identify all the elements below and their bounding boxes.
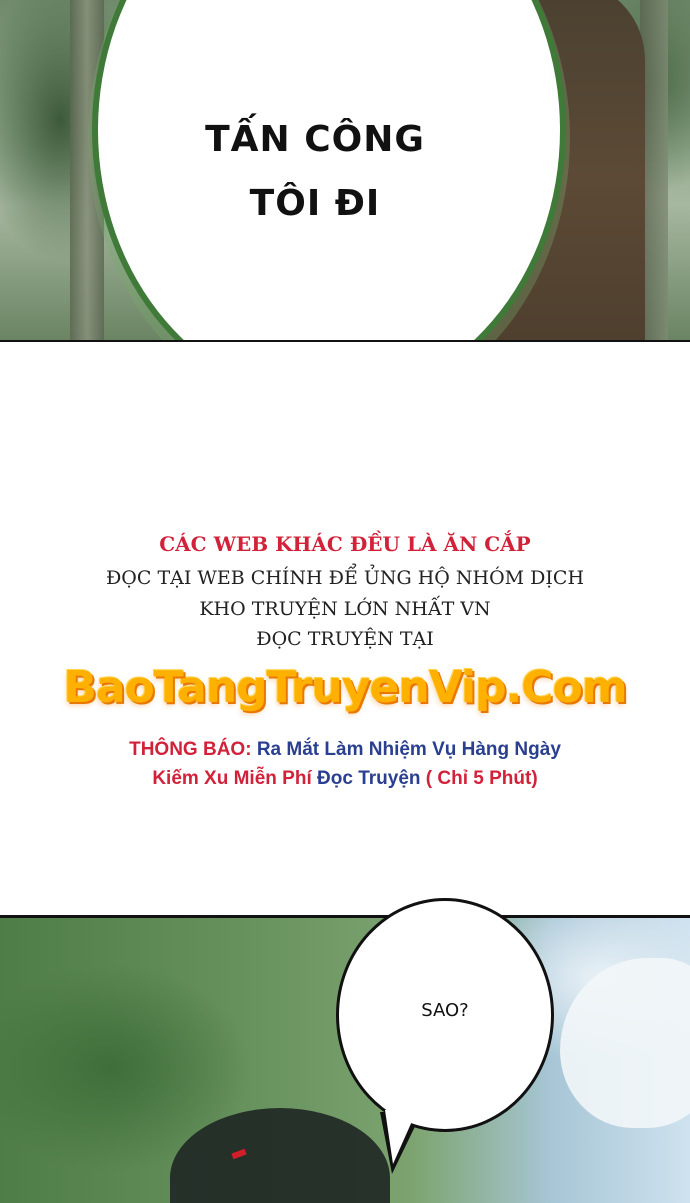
site-name: BaoTangTruyenVip.Com [63,662,627,713]
read-at-line: ĐỌC TRUYỆN TẠI [256,628,434,650]
translator-notice: CÁC WEB KHÁC ĐỀU LÀ ĂN CẮP ĐỌC TẠI WEB C… [0,340,690,917]
dark-creature [170,1108,390,1203]
speech-text-bottom: SAO? [421,1000,469,1021]
warning-line: CÁC WEB KHÁC ĐỀU LÀ ĂN CẮP [159,532,531,556]
announce-line2-start: Kiếm Xu Miễn Phí [152,768,312,789]
announce-line2-end: ( Chỉ 5 Phút) [425,768,538,789]
announce-label: THÔNG BÁO: [129,739,252,760]
tree-trunk [70,0,104,340]
read-main-line: ĐỌC TẠI WEB CHÍNH ĐỂ ỦNG HỘ NHÓM DỊCH [105,567,585,589]
announce-text: Ra Mắt Làm Nhiệm Vụ Hàng Ngày [256,739,561,760]
announce-line2-middle: Đọc Truyện [317,768,421,789]
speech-bubble-tail-fill [385,1110,417,1164]
cloud [560,958,690,1128]
announce-line-1: THÔNG BÁO: Ra Mắt Làm Nhiệm Vụ Hàng Ngày [0,739,690,761]
speech-text-top: TẤN CÔNG TÔI ĐI [205,119,425,224]
announce-line-2: Kiếm Xu Miễn Phí Đọc Truyện ( Chỉ 5 Phút… [0,768,690,790]
largest-line: KHO TRUYỆN LỚN NHẤT VN [199,598,491,620]
